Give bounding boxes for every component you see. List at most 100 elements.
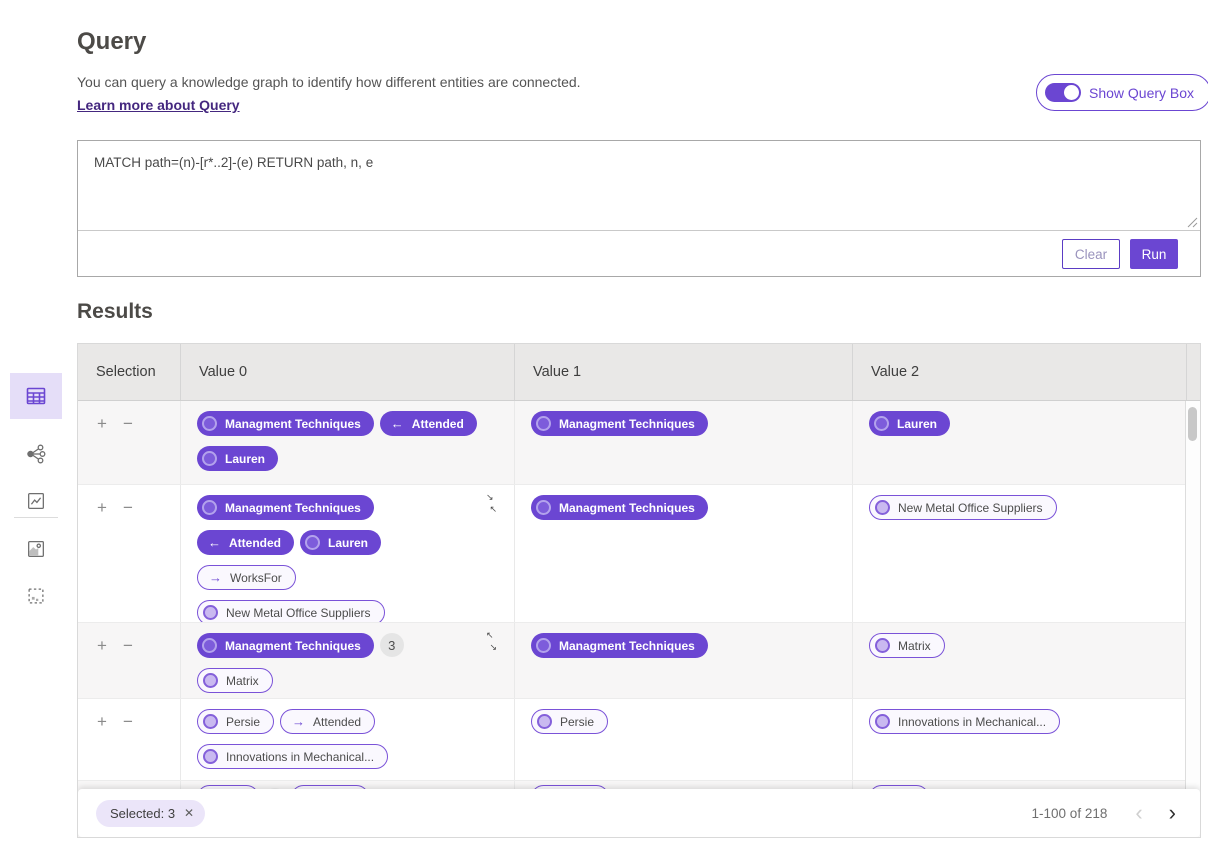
node-pill[interactable]: Managment Techniques (197, 633, 374, 658)
pill-label: Managment Techniques (225, 417, 361, 431)
selection-cell: +− (78, 699, 181, 780)
node-circle-icon (875, 714, 890, 729)
graph-view-icon (24, 442, 48, 466)
close-icon[interactable]: ✕ (184, 806, 194, 820)
node-circle-icon (874, 416, 889, 431)
node-pill[interactable]: New Metal Office Suppliers (197, 600, 385, 623)
pill-label: Matrix (898, 639, 931, 653)
node-circle-icon (202, 416, 217, 431)
node-pill[interactable]: New Metal Office Suppliers (869, 495, 1057, 520)
add-selection-button[interactable]: + (97, 417, 107, 431)
clear-button[interactable]: Clear (1062, 239, 1120, 269)
pill-label: New Metal Office Suppliers (226, 606, 371, 620)
expand-icon[interactable]: ↖↘ (483, 631, 500, 652)
results-table: Selection Value 0 Value 1 Value 2 +−Mana… (77, 343, 1201, 838)
node-pill[interactable]: Managment Techniques (531, 495, 708, 520)
edge-pill[interactable]: ←Attended (197, 530, 294, 555)
node-circle-icon (875, 638, 890, 653)
query-page: Query You can query a knowledge graph to… (0, 0, 1208, 851)
query-editor: MATCH path=(n)-[r*..2]-(e) RETURN path, … (78, 141, 1200, 231)
show-query-box-toggle[interactable]: Show Query Box (1036, 74, 1208, 111)
node-circle-icon (536, 416, 551, 431)
view-sidebar (10, 373, 62, 609)
value-cell: Persie →Attended Innovations in Mechanical… (181, 699, 515, 780)
selection-cell: +− (78, 485, 181, 622)
node-circle-icon (203, 749, 218, 764)
toggle-label: Show Query Box (1089, 85, 1194, 101)
chart-view-icon (25, 490, 47, 512)
node-circle-icon (875, 500, 890, 515)
remove-selection-button[interactable]: − (123, 417, 133, 431)
pill-label: Persie (226, 715, 260, 729)
sidebar-item-table-view[interactable] (10, 373, 62, 419)
add-selection-button[interactable]: + (97, 639, 107, 653)
node-pill[interactable]: Lauren (197, 446, 278, 471)
expand-arrow-icon: ↖ (489, 505, 497, 514)
sidebar-item-map-view[interactable] (10, 526, 62, 572)
node-circle-icon (536, 638, 551, 653)
sidebar-item-select-view[interactable] (10, 573, 62, 619)
learn-more-link[interactable]: Learn more about Query (77, 97, 240, 113)
edge-pill[interactable]: →Attended (280, 709, 375, 734)
pill-label: New Metal Office Suppliers (898, 501, 1043, 515)
pill-label: Managment Techniques (559, 501, 695, 515)
node-pill[interactable]: Lauren (300, 530, 381, 555)
toggle-switch-icon[interactable] (1045, 83, 1081, 102)
arrow-left-icon: ← (208, 536, 221, 549)
node-pill[interactable]: Managment Techniques (531, 411, 708, 436)
table-row: +−Managment Techniques←AttendedLauren→Wo… (78, 485, 1185, 623)
node-pill[interactable]: Persie (197, 709, 274, 734)
node-circle-icon (203, 605, 218, 620)
pagination: 1-100 of 218 ‹ › (1032, 802, 1182, 824)
column-header-value0[interactable]: Value 0 (181, 344, 515, 400)
column-header-value1[interactable]: Value 1 (515, 344, 853, 400)
node-pill[interactable]: Persie (531, 709, 608, 734)
node-pill[interactable]: Innovations in Mechanical... (197, 744, 388, 769)
edge-pill[interactable]: ← Attended (380, 411, 477, 436)
resize-grip-icon[interactable] (1187, 217, 1198, 228)
node-pill[interactable]: Managment Techniques (197, 411, 374, 436)
node-pill[interactable]: Innovations in Mechanical... (869, 709, 1060, 734)
add-selection-button[interactable]: + (97, 715, 107, 729)
edge-pill[interactable]: →WorksFor (197, 565, 296, 590)
node-pill[interactable]: Matrix (197, 668, 273, 693)
remove-selection-button[interactable]: − (123, 715, 133, 729)
query-input[interactable]: MATCH path=(n)-[r*..2]-(e) RETURN path, … (78, 141, 1200, 230)
add-selection-button[interactable]: + (97, 501, 107, 515)
arrow-right-icon: → (209, 571, 222, 584)
remove-selection-button[interactable]: − (123, 501, 133, 515)
scrollbar-thumb[interactable] (1188, 407, 1197, 441)
value-cell: Managment Techniques (515, 485, 853, 622)
value-cell: Innovations in Mechanical... (853, 699, 1185, 780)
node-circle-icon (536, 500, 551, 515)
column-header-value2[interactable]: Value 2 (853, 344, 1187, 400)
count-badge: 3 (380, 633, 404, 657)
pill-label: Innovations in Mechanical... (898, 715, 1046, 729)
selection-cell: +− (78, 401, 181, 484)
pill-label: Innovations in Mechanical... (226, 750, 374, 764)
selection-cell: +− (78, 623, 181, 698)
node-pill[interactable]: Matrix (869, 633, 945, 658)
remove-selection-button[interactable]: − (123, 639, 133, 653)
run-button[interactable]: Run (1130, 239, 1178, 269)
node-pill[interactable]: Managment Techniques (531, 633, 708, 658)
node-pill[interactable]: Managment Techniques (197, 495, 374, 520)
node-pill[interactable]: Lauren (869, 411, 950, 436)
page-title: Query (77, 28, 146, 56)
pill-label: Attended (412, 417, 464, 431)
next-page-button[interactable]: › (1163, 802, 1182, 824)
value-cell: Persie (515, 699, 853, 780)
node-circle-icon (305, 535, 320, 550)
node-circle-icon (537, 714, 552, 729)
expand-arrow-icon: ↖ (486, 631, 494, 640)
arrow-left-icon: ← (391, 417, 404, 430)
pill-label: Lauren (225, 452, 265, 466)
prev-page-button[interactable]: ‹ (1129, 802, 1148, 824)
sidebar-item-graph-view[interactable] (10, 431, 62, 477)
vertical-scrollbar[interactable] (1185, 401, 1200, 837)
selected-chip[interactable]: Selected: 3 ✕ (96, 800, 205, 827)
column-header-selection[interactable]: Selection (78, 344, 181, 400)
expand-icon[interactable]: ↘↖ (483, 493, 500, 514)
pill-label: Managment Techniques (559, 639, 695, 653)
value-cell: Managment Techniques (515, 623, 853, 698)
